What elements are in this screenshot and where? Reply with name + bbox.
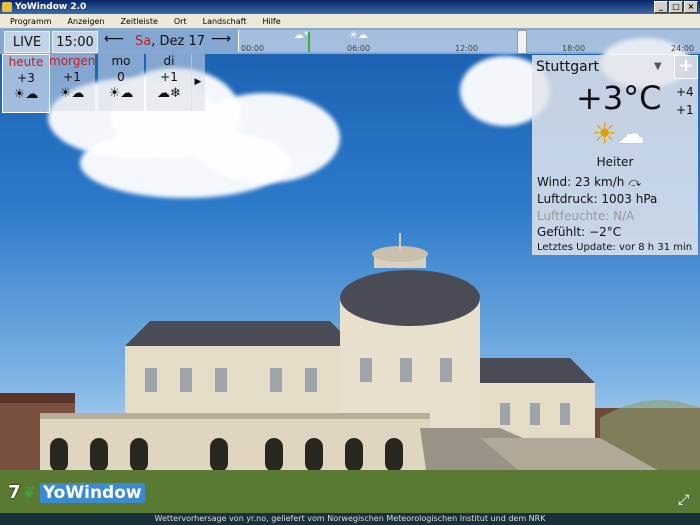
logo-seven: 7 [8, 482, 21, 503]
live-button[interactable]: LIVE [4, 31, 50, 53]
maximize-button[interactable]: □ [669, 1, 683, 13]
logo-window: Window [65, 482, 142, 503]
menu-programm[interactable]: Programm [10, 17, 52, 26]
next-day-button[interactable]: ⟶ [211, 31, 231, 47]
forecast-day-di[interactable]: di +1 ☁❄ [146, 54, 192, 111]
sun-cloud-icon: ☀☁ [592, 117, 646, 150]
date-text: , Dez 17 [151, 34, 205, 49]
tick-label: 24:00 [671, 44, 695, 53]
wind-info: Wind: 23 km/h ⤼ [537, 175, 642, 189]
weather-panel: Stuttgart ▼ +3°C +4 +1 ☀☁ Heiter Wind: 23… [532, 55, 698, 255]
close-button[interactable]: × [684, 1, 698, 13]
humidity-info: Luftfeuchte: N/A [537, 209, 635, 223]
menu-anzeigen[interactable]: Anzeigen [68, 17, 105, 26]
current-time-marker [308, 32, 310, 52]
day-temp: 0 [117, 70, 125, 84]
tick-label: 00:00 [241, 44, 265, 53]
last-update-info: Letztes Update: vor 8 h 31 min [537, 242, 693, 253]
condition-text: Heiter [596, 155, 634, 169]
day-name: mo [111, 54, 131, 68]
logo-yo: Yo [42, 482, 66, 503]
menu-landschaft[interactable]: Landschaft [203, 17, 247, 26]
forecast-next-button[interactable]: ▶ [191, 54, 205, 111]
day-temp: +1 [160, 70, 178, 84]
forecast-day-mo[interactable]: mo 0 ☀☁ [98, 54, 144, 111]
fullscreen-icon[interactable]: ⤢ [678, 492, 689, 508]
pressure-info: Luftdruck: 1003 hPa [537, 192, 658, 206]
snow-cloud-icon: ☁❄ [157, 86, 181, 101]
add-location-button[interactable]: + [674, 55, 698, 79]
tick-label: 12:00 [455, 44, 479, 53]
app-icon [2, 2, 12, 12]
current-temp: +3°C [576, 79, 662, 117]
yowindow-logo[interactable]: 7 ❦ YoWindow [8, 482, 145, 503]
menu-hilfe[interactable]: Hilfe [262, 17, 280, 26]
menu-zeitleiste[interactable]: Zeitleiste [121, 17, 158, 26]
window-controls: _ □ × [654, 1, 698, 13]
window-title: YoWindow 2.0 [15, 2, 87, 12]
snow-cloud-icon: ☁* [294, 30, 309, 41]
day-name: heute [8, 55, 44, 69]
logo-text: YoWindow [39, 482, 145, 503]
prev-day-button[interactable]: ⟵ [104, 31, 124, 47]
day-abbr: Sa [135, 34, 152, 49]
tick-label: 18:00 [562, 44, 586, 53]
city-name[interactable]: Stuttgart [536, 59, 599, 75]
menu-bar: Programm Anzeigen Zeitleiste Ort Landsch… [0, 14, 700, 28]
day-temp: +1 [63, 70, 81, 84]
leaf-icon: ❦ [22, 483, 36, 502]
day-name: morgen [49, 54, 96, 68]
title-bar: YoWindow 2.0 _ □ × [0, 0, 700, 14]
sun-cloud-icon: ☀☁ [13, 87, 39, 102]
feels-like-info: Gefühlt: −2°C [537, 225, 622, 239]
high-low: +4 +1 [676, 83, 694, 119]
forecast-day-tomorrow[interactable]: morgen +1 ☀☁ [49, 54, 95, 111]
day-name: di [163, 54, 175, 68]
time-button[interactable]: 15:00 [52, 31, 98, 53]
sun-cloud-icon: ☀☁ [108, 86, 134, 101]
timeline-slider[interactable] [517, 30, 527, 54]
menu-ort[interactable]: Ort [174, 17, 187, 26]
sun-cloud-icon: ☀☁ [59, 86, 85, 101]
tick-label: 06:00 [347, 44, 371, 53]
forecast-day-today[interactable]: heute +3 ☀☁ [2, 54, 50, 113]
low-temp: +1 [676, 103, 694, 117]
minimize-button[interactable]: _ [654, 1, 668, 13]
status-bar: Wettervorhersage von yr.no, geliefert vo… [0, 513, 700, 525]
high-temp: +4 [676, 85, 694, 99]
sun-cloud-icon: ☀☁ [349, 30, 368, 41]
day-temp: +3 [17, 71, 35, 85]
timeline[interactable]: 00:00 06:00 12:00 18:00 24:00 ☁* ☀☁ [238, 30, 700, 54]
chevron-down-icon[interactable]: ▼ [654, 61, 662, 72]
current-date: Sa, Dez 17 [135, 34, 205, 49]
